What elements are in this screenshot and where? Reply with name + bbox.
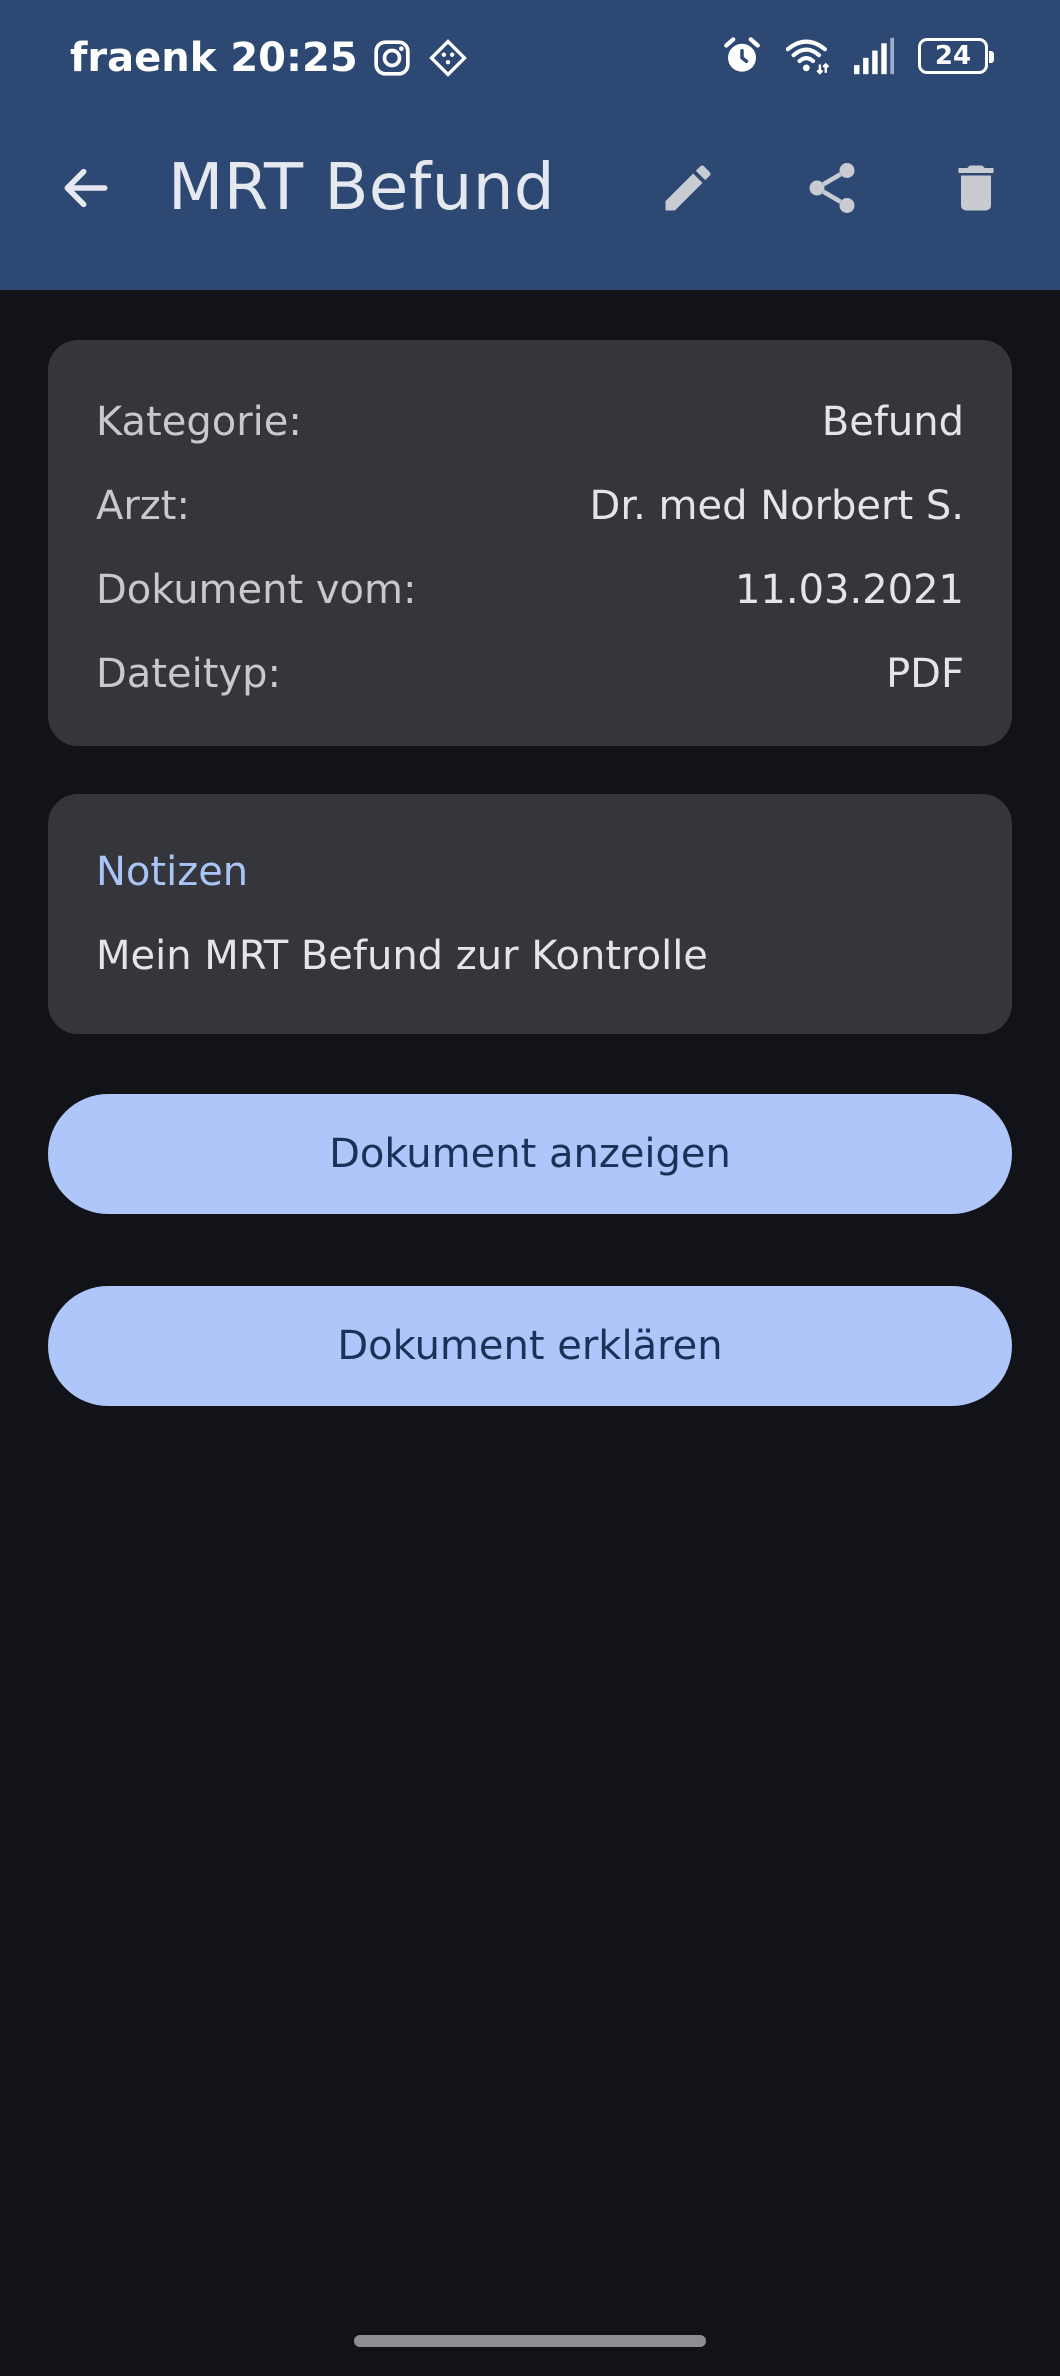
- document-details-card: Kategorie: Befund Arzt: Dr. med Norbert …: [48, 340, 1012, 746]
- view-document-button[interactable]: Dokument anzeigen: [48, 1094, 1012, 1214]
- app-badge-icon: [426, 36, 470, 80]
- detail-row-category: Kategorie: Befund: [96, 380, 964, 464]
- instagram-icon: [370, 36, 414, 80]
- status-right: 24: [720, 34, 994, 78]
- detail-value: PDF: [886, 651, 964, 697]
- edit-icon: [665, 165, 711, 211]
- share-button[interactable]: [796, 152, 868, 224]
- battery-icon: 24: [918, 38, 994, 74]
- clock: 20:25: [230, 35, 358, 81]
- delete-button[interactable]: [940, 152, 1012, 224]
- back-arrow-icon: [64, 168, 108, 208]
- detail-row-filetype: Dateityp: PDF: [96, 632, 964, 716]
- alarm-icon: [720, 34, 764, 78]
- detail-value: Befund: [821, 399, 964, 445]
- detail-value: Dr. med Norbert S.: [589, 483, 964, 529]
- share-icon: [809, 163, 855, 213]
- status-left: fraenk 20:25: [70, 30, 470, 86]
- edit-button[interactable]: [652, 152, 724, 224]
- carrier-name: fraenk: [70, 35, 217, 81]
- home-indicator[interactable]: [354, 2335, 706, 2347]
- top-bar-background: fraenk 20:25 24 MRT Befund: [0, 0, 1060, 290]
- detail-label: Arzt:: [96, 483, 190, 529]
- back-button[interactable]: [50, 152, 122, 224]
- detail-value: 11.03.2021: [734, 567, 964, 613]
- status-bar: fraenk 20:25 24: [0, 0, 1060, 116]
- detail-label: Dokument vom:: [96, 567, 417, 613]
- app-bar: MRT Befund: [0, 116, 1060, 290]
- wifi-icon: [786, 34, 830, 78]
- delete-icon: [958, 165, 994, 211]
- page-title: MRT Befund: [168, 151, 556, 225]
- detail-row-doctor: Arzt: Dr. med Norbert S.: [96, 464, 964, 548]
- detail-row-date: Dokument vom: 11.03.2021: [96, 548, 964, 632]
- explain-document-button[interactable]: Dokument erklären: [48, 1286, 1012, 1406]
- notes-card: Notizen Mein MRT Befund zur Kontrolle: [48, 794, 1012, 1034]
- notes-text: Mein MRT Befund zur Kontrolle: [96, 933, 708, 979]
- signal-icon: [852, 34, 896, 78]
- notes-title: Notizen: [96, 849, 249, 895]
- detail-label: Dateityp:: [96, 651, 281, 697]
- detail-label: Kategorie:: [96, 399, 302, 445]
